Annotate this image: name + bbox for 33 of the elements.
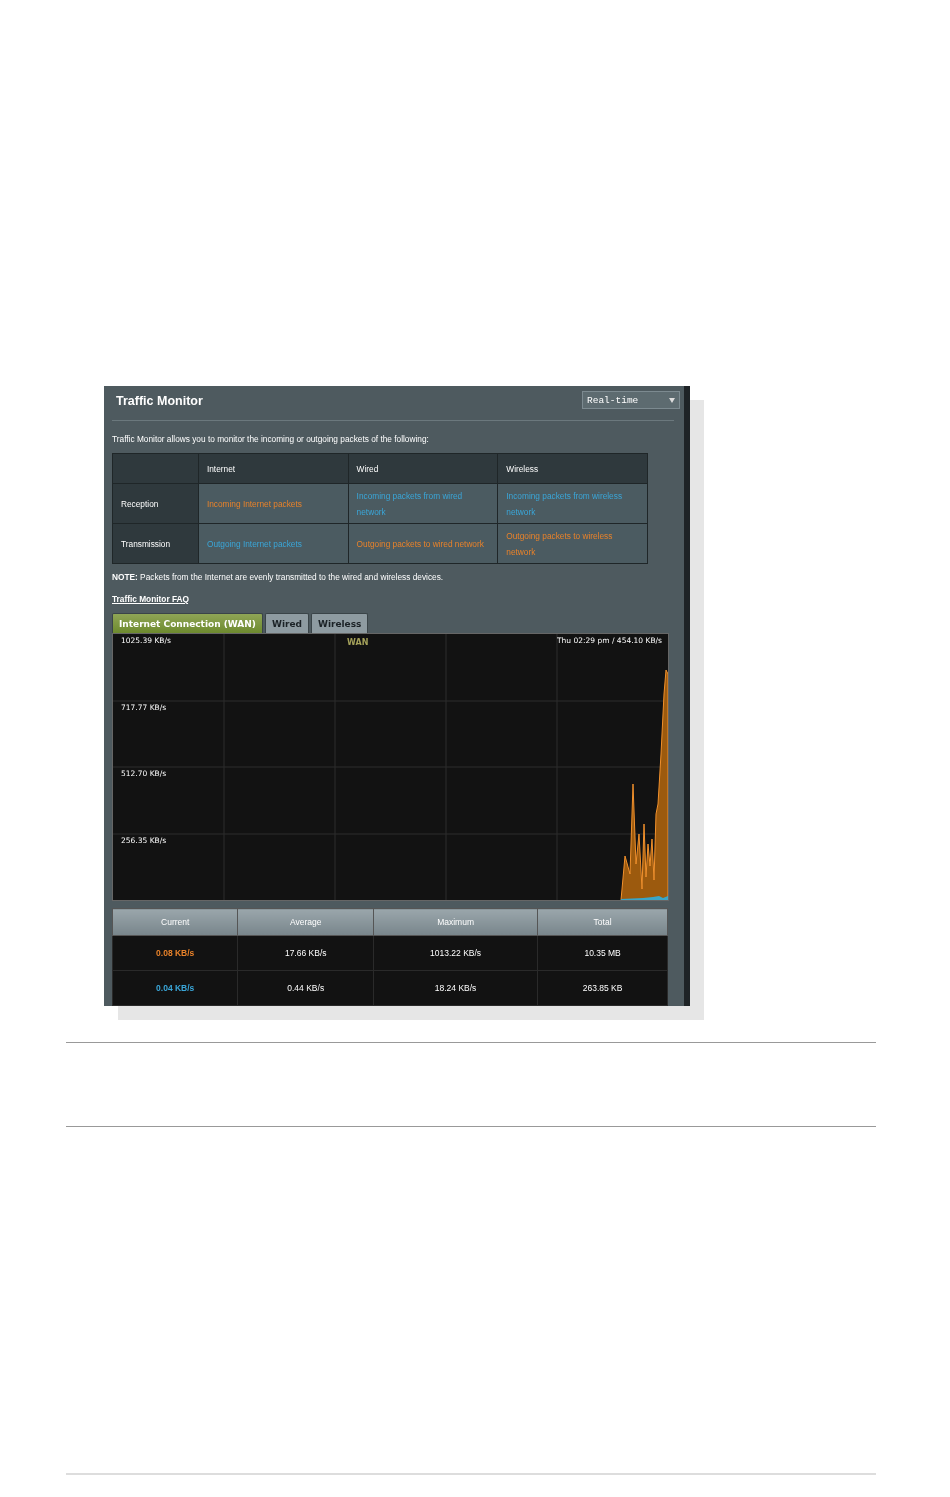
- table-cell: 0.44 KB/s: [237, 970, 374, 1006]
- table-cell: Incoming Internet packets: [198, 483, 349, 524]
- table-cell: 263.85 KB: [537, 970, 668, 1006]
- table-cell: 10.35 MB: [537, 935, 668, 971]
- panel-title: Traffic Monitor: [116, 394, 203, 408]
- table-cell: Outgoing Internet packets: [198, 523, 349, 564]
- faq-link[interactable]: Traffic Monitor FAQ: [112, 594, 189, 604]
- column-header: Total: [537, 908, 668, 936]
- row-header: Transmission: [112, 523, 199, 564]
- table-cell: Incoming packets from wired network: [348, 483, 498, 524]
- column-header: Current: [112, 908, 238, 936]
- table-cell: Outgoing packets to wireless network: [497, 523, 648, 564]
- table-cell: 1013.22 KB/s: [373, 935, 538, 971]
- table-cell: Outgoing packets to wired network: [348, 523, 498, 564]
- chart-title: WAN: [347, 638, 369, 647]
- table-cell: 0.04 KB/s: [112, 970, 238, 1006]
- table-cell: 18.24 KB/s: [373, 970, 538, 1006]
- table-cell: 17.66 KB/s: [237, 935, 374, 971]
- column-header: Internet: [198, 453, 349, 484]
- column-header: Maximum: [373, 908, 538, 936]
- period-dropdown[interactable]: Real-time: [582, 391, 680, 409]
- caret-icon: [669, 397, 675, 403]
- column-header: Average: [237, 908, 374, 936]
- tab[interactable]: Wireless: [310, 613, 369, 633]
- tab[interactable]: Wired: [264, 613, 309, 633]
- row-header: Reception: [112, 483, 199, 524]
- table-cell: 0.08 KB/s: [112, 935, 238, 971]
- table-cell: Incoming packets from wireless network: [497, 483, 648, 524]
- column-header: Wireless: [497, 453, 648, 484]
- tab[interactable]: Internet Connection (WAN): [112, 613, 263, 633]
- note-text: NOTE: Packets from the Internet are evenly transmitted to the wired and wireless devices.: [112, 572, 445, 582]
- column-header: Wired: [348, 453, 498, 484]
- description-text: Traffic Monitor allows you to monitor the incoming or outgoing packets of the following:: [112, 434, 430, 444]
